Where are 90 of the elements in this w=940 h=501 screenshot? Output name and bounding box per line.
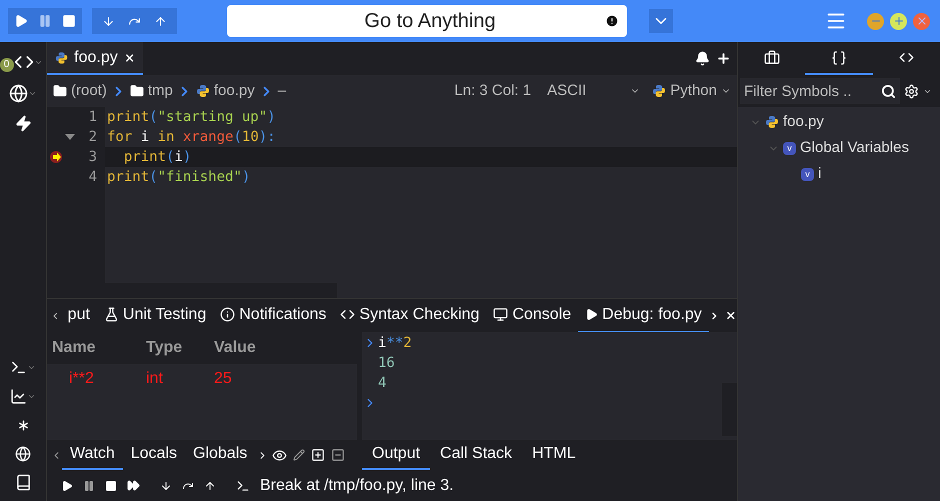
info-icon [220,307,236,322]
symbol-label[interactable]: i [818,162,822,186]
stop-button[interactable] [105,480,117,492]
symbol-label[interactable]: foo.py [783,110,824,134]
code-icon [898,50,914,65]
remove-icon[interactable] [331,448,346,462]
caret-icon[interactable] [27,392,36,401]
variable-badge: v [801,168,814,180]
code-line: for i in xrange(10): [106,128,277,146]
python-icon [55,50,68,64]
go-to-anything-field[interactable]: Go to Anything [227,5,627,37]
braces-icon [830,50,847,66]
table-cell-text: int [146,369,164,389]
console-output: 16 [378,354,395,372]
pause-button[interactable] [38,14,52,28]
panel-tab[interactable]: Notifications [213,298,334,332]
cursor-position: Ln: 3 Col: 1 [454,80,532,101]
line-number: 3 [88,148,97,166]
bell-icon[interactable] [695,51,710,66]
eye-icon[interactable] [272,448,288,462]
pause-button[interactable] [83,480,95,492]
run-button[interactable] [14,14,28,28]
column-header: Name [51,338,97,358]
caret-icon[interactable] [27,363,36,372]
step-out-button[interactable] [204,480,216,492]
panel-tab[interactable]: Syntax Checking [333,298,486,332]
line-number: 2 [88,128,97,146]
console-output: 4 [378,374,386,392]
symbol-label[interactable]: Global Variables [800,136,909,160]
folder-icon [53,84,67,98]
editor-tab[interactable]: foo.py [47,42,143,75]
close-icon[interactable] [725,309,738,322]
language-label[interactable]: Python [670,80,717,102]
close-icon [916,15,928,27]
globe-icon[interactable] [9,84,28,103]
table-cell-text: i**2 [68,369,95,389]
edit-icon[interactable] [293,449,306,461]
line-number: 1 [88,108,97,126]
code-line: print("starting up") [106,108,277,126]
encoding-label[interactable]: ASCII [547,80,586,102]
filter-symbols-field[interactable]: Filter Symbols .. [740,78,900,104]
column-header: Type [146,338,184,358]
terminal-icon[interactable] [10,359,27,376]
folder-icon [130,84,144,98]
line-number: 4 [88,168,97,186]
breadcrumb-item[interactable]: tmp [148,80,173,102]
settings-icon[interactable] [904,84,919,98]
continue-button[interactable] [61,480,73,492]
close-icon[interactable] [124,52,135,64]
watch-tab[interactable]: Locals [122,440,185,470]
play-icon [585,308,598,321]
add-icon[interactable] [311,448,326,462]
caret-icon[interactable] [28,89,37,98]
terminal-icon[interactable] [236,478,250,492]
search-icon[interactable] [881,84,896,99]
monitor-icon [493,307,508,322]
panel-tab[interactable]: put [60,298,97,332]
python-icon [765,115,779,129]
notification-badge: 0 [0,58,14,72]
step-in-button[interactable] [160,480,172,492]
alert-icon [605,14,619,28]
table-cell-text: 25 [214,369,233,389]
code-line: print("finished") [106,168,252,186]
book-icon[interactable] [14,474,32,491]
flask-icon [104,307,119,322]
dropdown-button[interactable] [649,9,673,33]
fold-arrow-icon[interactable] [64,134,75,140]
chart-icon[interactable] [10,388,27,405]
watch-tab[interactable]: Globals [185,440,256,470]
python-icon [196,84,210,98]
run-to-end-button[interactable] [127,479,140,492]
code-icon [340,307,356,322]
console-input-text: i**2 [378,334,412,352]
maximize-button[interactable] [890,12,907,30]
breadcrumb-item[interactable]: foo.py [214,80,255,102]
lightning-icon[interactable] [14,115,32,132]
python-icon [652,84,666,98]
column-header: Value [214,338,257,358]
plus-icon [892,15,904,27]
output-tab[interactable]: Call Stack [430,440,522,470]
variable-badge: v [783,142,796,154]
add-icon[interactable] [716,51,731,66]
globe-icon[interactable] [15,446,31,462]
panel-tab[interactable]: Console [486,298,578,332]
output-tab[interactable]: HTML [522,440,586,470]
briefcase-icon [764,50,780,66]
breadcrumb-item[interactable]: – [278,80,286,102]
debug-status: Break at /tmp/foo.py, line 3. [260,476,454,496]
panel-tab[interactable]: Unit Testing [96,298,214,332]
breadcrumb-item[interactable]: (root) [71,80,107,102]
